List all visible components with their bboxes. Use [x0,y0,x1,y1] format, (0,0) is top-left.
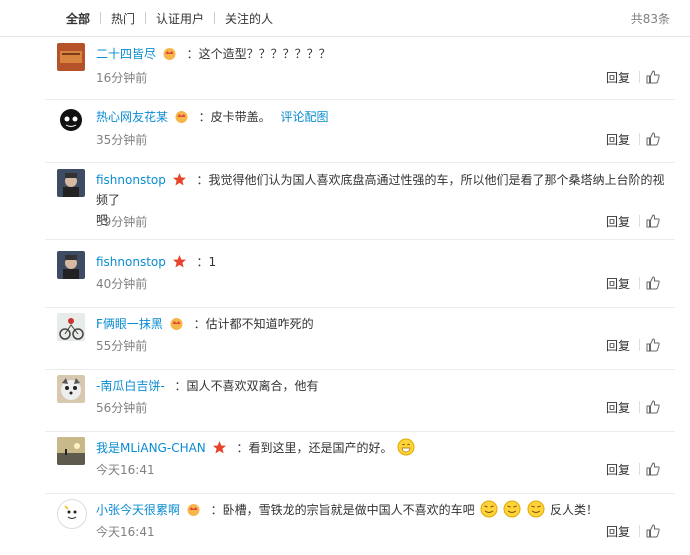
tab-hot[interactable]: 热门 [111,10,135,27]
action-divider [639,339,640,351]
tab-all[interactable]: 全部 [66,10,90,27]
comment-username[interactable]: -南瓜白吉饼- [96,379,165,393]
like-thumb-icon[interactable] [646,132,660,146]
avatar[interactable] [57,437,85,465]
comment-time: 56分钟前 [96,401,148,415]
comment-username[interactable]: 二十四皆尽 [96,47,156,61]
like-thumb-icon[interactable] [646,338,660,352]
action-divider [639,215,640,227]
comment-username[interactable]: 我是MLiANG-CHAN [96,441,206,455]
comment-text: ：看到这里，还是国产的好。 [236,441,393,455]
comment-image-link[interactable]: 评论配图 [281,110,329,124]
comment-text: ：皮卡带盖。 [198,110,271,124]
comment-text: ：估计都不知道咋死的 [193,317,314,331]
avatar[interactable] [57,43,85,71]
action-divider [639,525,640,537]
comment-time: 35分钟前 [96,133,148,147]
action-divider [639,133,640,145]
comment-text-after-emoji: 反人类！ [550,503,599,517]
comment-item: -南瓜白吉饼- ：国人不喜欢双离合，他有 56分钟前 回复 [45,369,675,432]
like-thumb-icon[interactable] [646,524,660,538]
comment-item: fishnonstop ：1 40分钟前 回复 [45,245,675,308]
avatar[interactable] [57,313,85,341]
tab-following[interactable]: 关注的人 [225,10,273,27]
comment-total-count: 共83条 [630,12,670,26]
comment-text: ：国人不喜欢双离合，他有 [174,379,319,393]
crown-badge-icon [163,48,176,60]
like-thumb-icon[interactable] [646,400,660,414]
like-thumb-icon[interactable] [646,214,660,228]
reply-button[interactable]: 回复 [606,69,630,86]
smirk-emoji-icon [480,500,498,518]
comment-item: fishnonstop ：我觉得他们认为国人喜欢底盘高通过性强的车，所以他们是看… [45,163,675,240]
tab-divider [100,12,101,24]
avatar[interactable] [57,499,87,529]
tab-divider [214,12,215,24]
crown-badge-icon [175,111,188,123]
reply-button[interactable]: 回复 [606,337,630,354]
tab-divider [145,12,146,24]
comment-username[interactable]: fishnonstop [96,255,166,269]
comment-time: 55分钟前 [96,339,148,353]
comment-item: 我是MLiANG-CHAN ：看到这里，还是国产的好。 今天16:41 回复 [45,431,675,494]
grin-emoji-icon [397,438,415,456]
avatar[interactable] [57,169,85,197]
comment-username[interactable]: fishnonstop [96,173,166,187]
comment-filter-tabs: 全部 热门 认证用户 关注的人 共83条 [0,0,690,37]
comment-item: 二十四皆尽 ：这个造型？？？？？？？ 16分钟前 回复 [45,37,675,100]
smirk-emoji-icon [527,500,545,518]
comment-item: 热心网友花某 ：皮卡带盖。 评论配图 35分钟前 回复 [45,100,675,163]
comment-item: 小张今天很累啊 ：卧槽，雪铁龙的宗旨就是做中国人不喜欢的车吧 反人类！ 今天16… [45,493,675,555]
comment-text: ：卧槽，雪铁龙的宗旨就是做中国人不喜欢的车吧 [210,503,475,517]
smirk-emoji-icon [503,500,521,518]
comment-time: 40分钟前 [96,277,148,291]
reply-button[interactable]: 回复 [606,131,630,148]
comment-time: 39分钟前 [96,215,148,229]
comment-time: 今天16:41 [96,525,155,539]
tab-verified-users[interactable]: 认证用户 [156,10,204,27]
comment-time: 16分钟前 [96,71,148,85]
comment-time: 今天16:41 [96,463,155,477]
crown-badge-icon [170,318,183,330]
star-badge-icon [172,173,186,186]
like-thumb-icon[interactable] [646,276,660,290]
comment-username[interactable]: F俩眼一抹黑 [96,317,163,331]
action-divider [639,71,640,83]
like-thumb-icon[interactable] [646,70,660,84]
action-divider [639,401,640,413]
avatar[interactable] [57,106,85,134]
reply-button[interactable]: 回复 [606,523,630,540]
star-badge-icon [212,441,226,454]
crown-badge-icon [187,504,200,516]
star-badge-icon [172,255,186,268]
comment-text: ：1 [196,255,217,269]
comment-username[interactable]: 小张今天很累啊 [96,503,180,517]
comment-text: ：这个造型？？？？？？？ [186,47,331,61]
avatar[interactable] [57,251,85,279]
reply-button[interactable]: 回复 [606,275,630,292]
action-divider [639,277,640,289]
comment-username[interactable]: 热心网友花某 [96,110,168,124]
reply-button[interactable]: 回复 [606,461,630,478]
reply-button[interactable]: 回复 [606,213,630,230]
comment-item: F俩眼一抹黑 ：估计都不知道咋死的 55分钟前 回复 [45,307,675,370]
avatar[interactable] [57,375,85,403]
like-thumb-icon[interactable] [646,462,660,476]
reply-button[interactable]: 回复 [606,399,630,416]
action-divider [639,463,640,475]
